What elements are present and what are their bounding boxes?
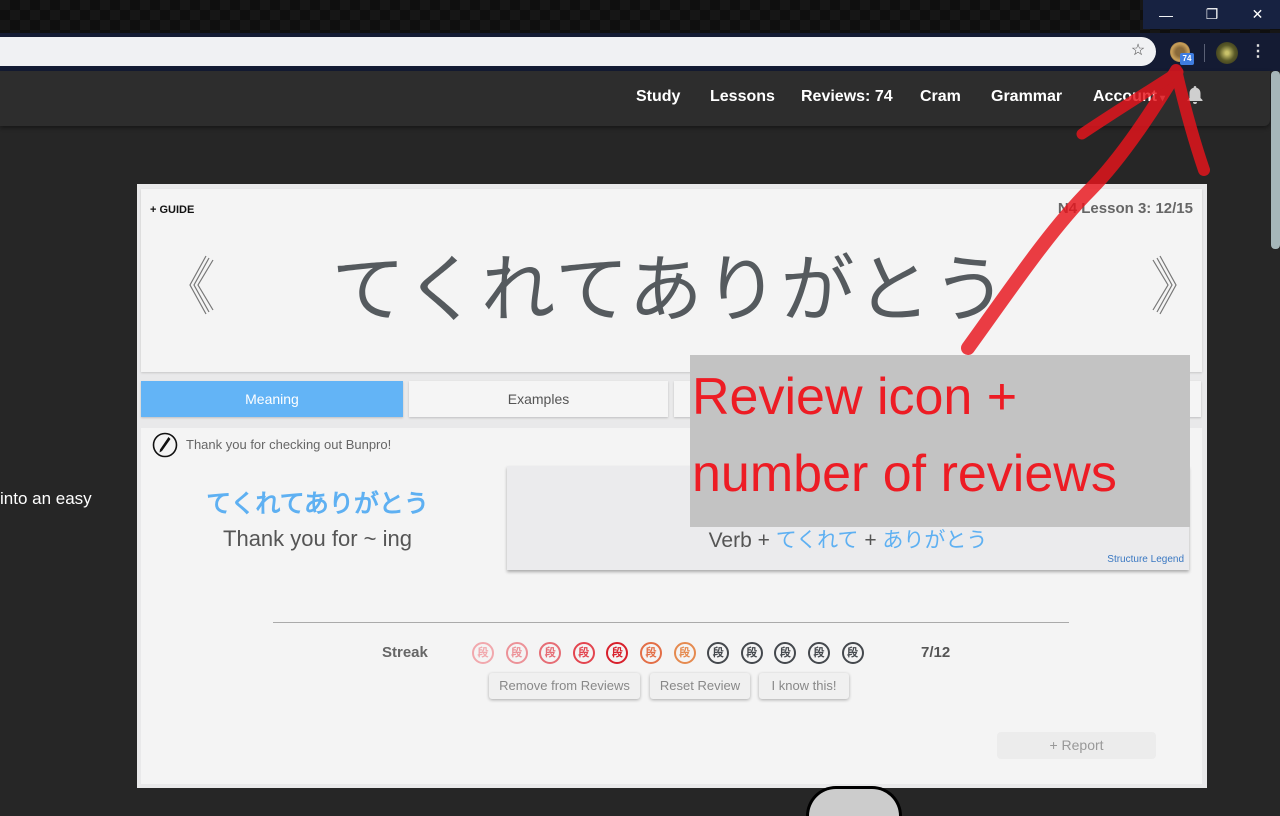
structure-legend-link[interactable]: Structure Legend — [1080, 554, 1184, 565]
floating-circle-button[interactable] — [806, 786, 902, 816]
pen-icon — [152, 432, 178, 458]
nav-cram[interactable]: Cram — [920, 86, 961, 108]
window-titlebar — [0, 0, 1280, 33]
nav-study[interactable]: Study — [636, 86, 680, 108]
streak-stamp-icon: 段 — [740, 642, 763, 664]
divider — [273, 622, 1069, 623]
structure-part-kurete: てくれて — [775, 528, 859, 552]
nav-account[interactable]: Account ▾ — [1093, 86, 1165, 108]
tab-examples[interactable]: Examples — [409, 381, 668, 417]
grammar-point-title: てくれてありがとう — [331, 247, 1009, 333]
nav-account-label: Account — [1093, 88, 1157, 105]
annotation-line-2: number of reviews — [692, 445, 1117, 503]
tab-meaning[interactable]: Meaning — [141, 381, 403, 417]
restore-button[interactable]: ❐ — [1189, 0, 1235, 29]
chevron-right-double-icon — [1152, 255, 1177, 315]
browser-menu-icon[interactable]: ⋮ — [1250, 41, 1266, 63]
structure-plus: + — [757, 529, 770, 552]
nav-reviews[interactable]: Reviews: 74 — [801, 86, 893, 108]
chevron-left-double-icon — [189, 255, 214, 315]
remove-from-reviews-button[interactable]: Remove from Reviews — [489, 673, 640, 699]
annotation-line-1: Review icon + — [692, 368, 1018, 426]
restore-icon: ❐ — [1205, 6, 1219, 22]
streak-stamp-icon: 段 — [808, 642, 830, 664]
next-grammar-button[interactable] — [1150, 252, 1180, 318]
page-scrollbar[interactable] — [1271, 71, 1280, 249]
close-button[interactable]: ✕ — [1235, 0, 1280, 29]
report-button[interactable]: + Report — [997, 732, 1156, 759]
streak-stamp-icon: 段 — [640, 642, 662, 664]
reset-review-button[interactable]: Reset Review — [650, 673, 750, 699]
guide-toggle[interactable]: + GUIDE — [150, 204, 194, 216]
meaning-japanese: てくれてありがとう — [206, 489, 429, 518]
background-text: into an easy — [0, 489, 92, 508]
chevron-down-icon: ▾ — [1160, 93, 1166, 104]
toolbar-separator — [1204, 44, 1205, 62]
bookmark-star-icon[interactable]: ☆ — [1128, 41, 1148, 61]
notification-bell-icon[interactable] — [1185, 85, 1205, 107]
streak-label: Streak — [382, 644, 428, 661]
i-know-this-button[interactable]: I know this! — [759, 673, 849, 699]
welcome-note: Thank you for checking out Bunpro! — [186, 437, 392, 452]
streak-stamp-icon: 段 — [841, 642, 864, 664]
previous-grammar-button[interactable] — [186, 252, 216, 318]
nav-lessons[interactable]: Lessons — [710, 86, 775, 108]
structure-plus: + — [864, 529, 877, 552]
structure-formula: Verb + てくれて + ありがとう — [507, 524, 1189, 554]
streak-stamp-icon: 段 — [673, 642, 696, 664]
meaning-english: Thank you for ~ ing — [223, 526, 412, 551]
structure-part-arigatou: ありがとう — [882, 528, 988, 552]
review-count-badge: 74 — [1180, 53, 1194, 65]
minimize-button[interactable]: — — [1143, 0, 1189, 29]
streak-stamp-icon: 段 — [472, 642, 494, 664]
lesson-progress: N4 Lesson 3: 12/15 — [1057, 200, 1193, 217]
profile-avatar[interactable] — [1216, 42, 1238, 64]
address-bar[interactable] — [0, 37, 1156, 66]
structure-part-verb: Verb — [708, 529, 752, 552]
close-icon: ✕ — [1251, 6, 1264, 22]
minimize-icon: — — [1159, 6, 1173, 23]
site-navbar — [0, 71, 1270, 126]
nav-grammar[interactable]: Grammar — [991, 86, 1062, 108]
streak-stamp-icon: 段 — [505, 642, 528, 664]
streak-stamp-icon: 段 — [572, 642, 595, 664]
streak-count: 7/12 — [921, 644, 951, 661]
